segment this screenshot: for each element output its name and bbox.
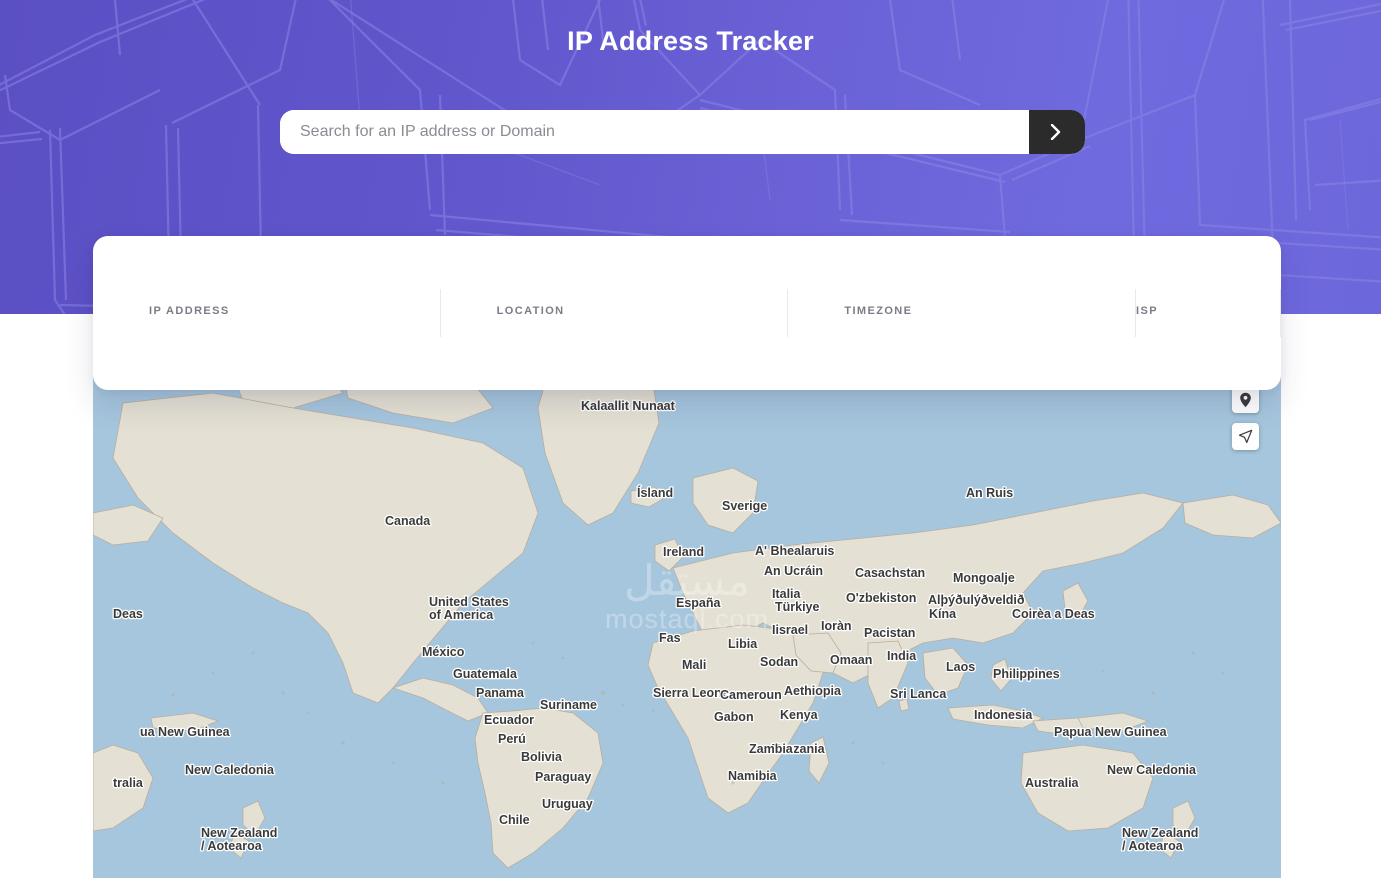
- map-pin-icon: [1240, 392, 1251, 407]
- map-pin-button[interactable]: [1232, 386, 1259, 413]
- info-label-location: LOCATION: [496, 304, 565, 317]
- locate-button[interactable]: [1232, 423, 1259, 450]
- info-column-ip-address: IP ADDRESS: [93, 289, 440, 337]
- info-column-isp: ISP: [1135, 289, 1282, 337]
- info-value-ip-address: [149, 322, 440, 323]
- info-value-timezone: [844, 322, 1135, 323]
- info-label-ip-address: IP ADDRESS: [149, 304, 230, 317]
- info-label-isp: ISP: [1136, 304, 1158, 317]
- world-map[interactable]: مستقل mostaql.com Kalaallit Nunaat Ísland…: [93, 313, 1281, 878]
- navigation-arrow-icon: [1238, 429, 1253, 444]
- info-value-isp: [1136, 322, 1280, 323]
- info-label-timezone: TIMEZONE: [844, 304, 913, 317]
- map-tiles: [93, 313, 1281, 878]
- search-bar: [280, 110, 1085, 154]
- ip-info-card: IP ADDRESS LOCATION TIMEZONE ISP: [93, 236, 1282, 390]
- page-title: IP Address Tracker: [567, 26, 814, 56]
- ip-tracker-app: IP Address Tracker Search for an IP addr…: [0, 0, 1381, 878]
- info-value-location: [497, 322, 788, 323]
- info-column-timezone: TIMEZONE: [787, 289, 1135, 337]
- search-submit-button[interactable]: [1029, 110, 1085, 154]
- search-input[interactable]: [280, 110, 1029, 154]
- info-column-location: LOCATION: [439, 289, 788, 337]
- chevron-right-icon: [1050, 124, 1061, 140]
- map-controls: [1232, 386, 1259, 450]
